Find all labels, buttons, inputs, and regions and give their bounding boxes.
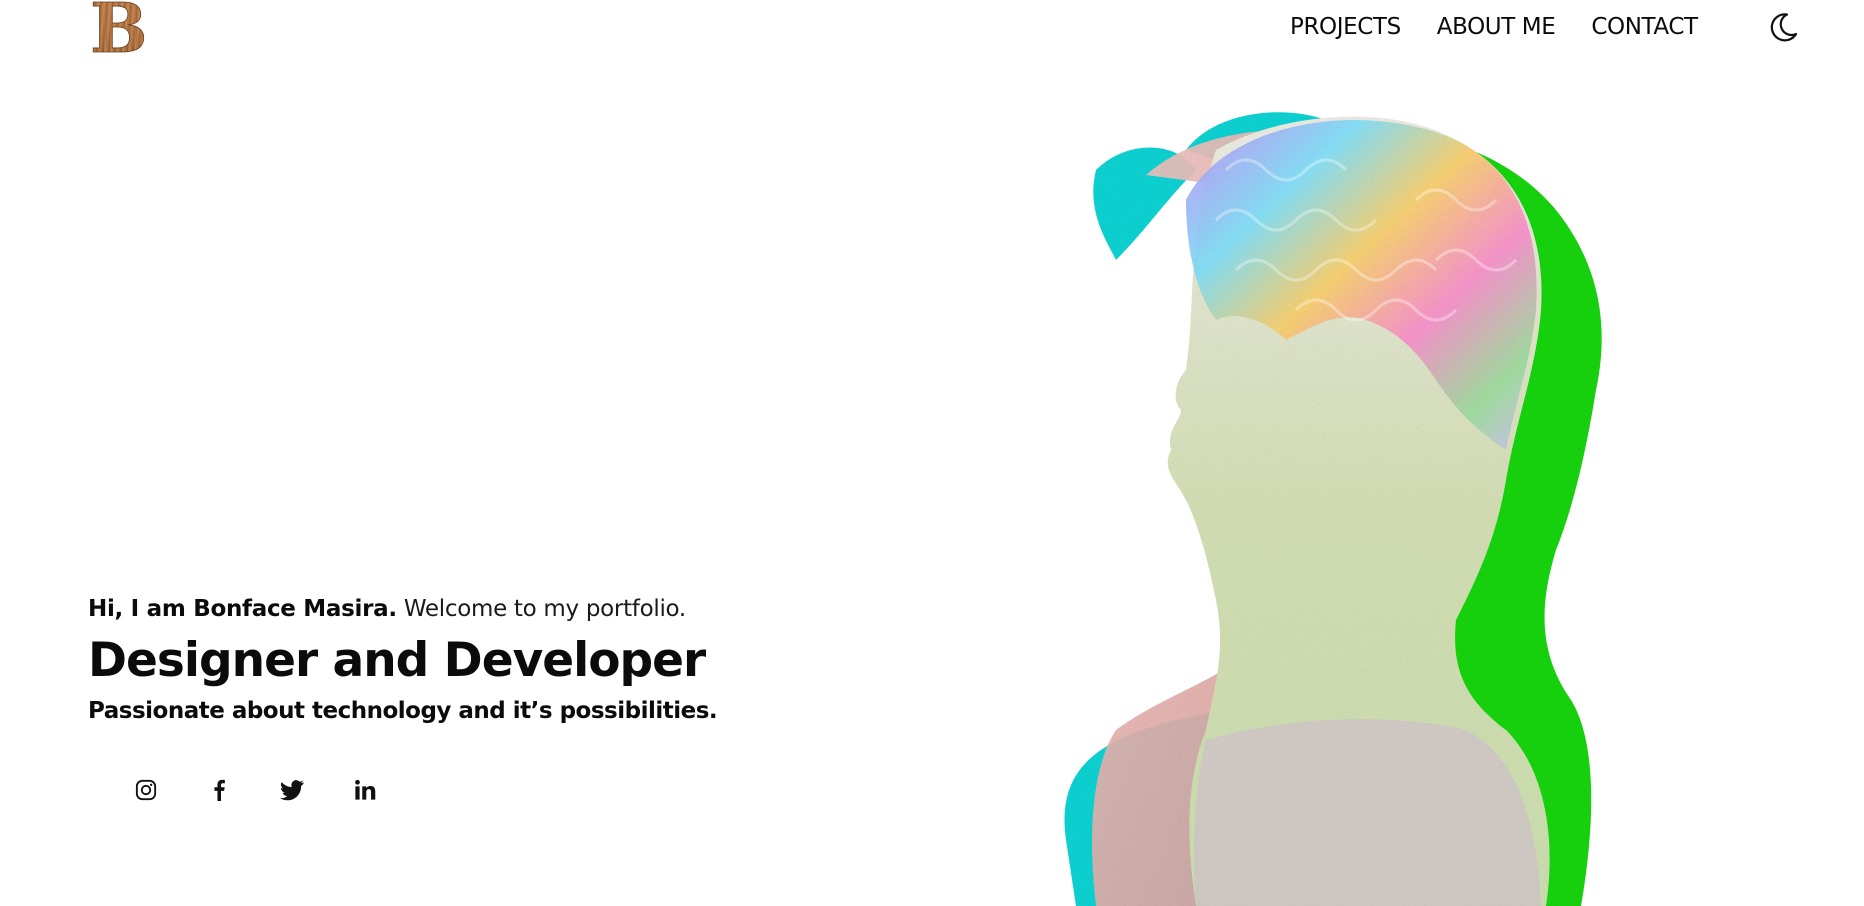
hero-tagline: Passionate about technology and it’s pos… [88, 698, 718, 724]
portfolio-page: B PROJECTS ABOUT ME CONTACT Hi, I am Bon… [0, 0, 1864, 906]
hero-greeting: Hi, I am Bonface Masira. Welcome to my p… [88, 592, 708, 626]
twitter-link[interactable] [278, 776, 306, 804]
nav-projects[interactable]: PROJECTS [1290, 14, 1401, 40]
linkedin-icon [355, 779, 376, 800]
logo-icon[interactable]: B [86, 0, 152, 58]
greeting-welcome: Welcome to my portfolio. [403, 596, 686, 622]
facebook-icon [214, 779, 225, 801]
glitch-bust-image [1036, 80, 1716, 906]
instagram-link[interactable] [132, 776, 160, 804]
moon-icon[interactable] [1766, 10, 1800, 44]
main-nav: PROJECTS ABOUT ME CONTACT [1290, 10, 1698, 44]
hero-title: Designer and Developer [88, 633, 706, 688]
bust-illustration [1064, 112, 1602, 906]
greeting-name: Hi, I am Bonface Masira. [88, 596, 397, 622]
nav-contact[interactable]: CONTACT [1591, 14, 1698, 40]
facebook-link[interactable] [205, 776, 233, 804]
hero-section: Hi, I am Bonface Masira. Welcome to my p… [88, 592, 718, 728]
instagram-icon [135, 779, 157, 801]
bust-chest-tint [1194, 719, 1541, 906]
nav-about-me[interactable]: ABOUT ME [1437, 14, 1556, 40]
twitter-icon [280, 780, 304, 801]
social-links [132, 776, 379, 804]
linkedin-link[interactable] [351, 776, 379, 804]
logo-letter: B [90, 0, 147, 58]
